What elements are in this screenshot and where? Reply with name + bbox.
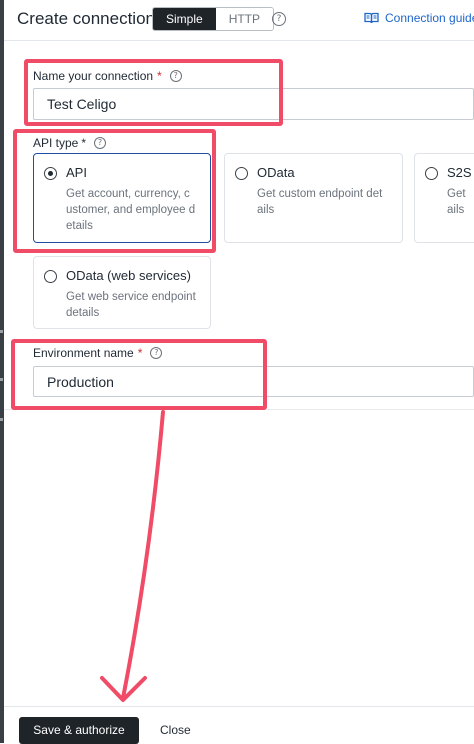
option-description: Get ails — [447, 188, 466, 216]
environment-name-input[interactable]: Production — [33, 366, 474, 397]
help-icon[interactable]: ? — [94, 137, 107, 149]
connection-name-input[interactable]: Test Celigo — [33, 88, 474, 120]
close-button[interactable]: Close — [154, 717, 197, 744]
option-description: Get custom endpoint det ails — [257, 188, 383, 216]
environment-name-label: Environment name * ? — [33, 346, 163, 360]
api-type-option-api[interactable]: API Get account, currency, c ustomer, an… — [33, 153, 211, 243]
option-title: API — [66, 165, 87, 180]
option-description: Get web service endpoint details — [66, 291, 196, 319]
help-icon[interactable]: ? — [272, 12, 286, 26]
radio-icon — [235, 167, 248, 180]
help-icon[interactable]: ? — [150, 347, 163, 359]
api-type-label-text: API type — [33, 136, 79, 150]
api-type-option-odata-web-services[interactable]: OData (web services) Get web service end… — [33, 256, 211, 329]
save-authorize-button[interactable]: Save & authorize — [19, 717, 139, 744]
connection-guide-label: Connection guide — [385, 11, 474, 25]
dialog-title: Create connection — [17, 9, 155, 28]
http-toggle[interactable]: HTTP — [215, 8, 274, 30]
connection-name-label: Name your connection * ? — [33, 69, 182, 83]
option-title: OData (web services) — [66, 268, 191, 283]
required-mark: * — [81, 136, 87, 150]
dialog-footer: Save & authorize Close — [4, 706, 474, 744]
book-icon — [364, 12, 379, 24]
mode-toggle: Simple HTTP — [152, 7, 275, 31]
option-title: S2S — [447, 165, 472, 180]
background-mark — [0, 378, 3, 381]
environment-name-value: Production — [47, 373, 114, 390]
background-window-strip — [0, 0, 4, 743]
section-divider — [4, 409, 474, 410]
simple-toggle[interactable]: Simple — [153, 8, 216, 30]
background-mark — [0, 330, 3, 333]
option-title: OData — [257, 165, 295, 180]
connection-name-label-text: Name your connection — [33, 69, 154, 83]
required-mark: * — [157, 69, 162, 83]
radio-icon — [425, 167, 438, 180]
help-icon[interactable]: ? — [169, 70, 182, 82]
connection-name-value: Test Celigo — [47, 96, 117, 112]
option-description: Get account, currency, c ustomer, and em… — [66, 188, 196, 232]
dialog-header: Create connection Simple HTTP ? Connecti… — [4, 0, 474, 41]
api-type-label: API type * ? — [33, 136, 107, 150]
required-mark: * — [137, 346, 143, 360]
environment-label-text: Environment name — [33, 346, 134, 360]
radio-icon — [44, 270, 57, 283]
background-mark — [0, 418, 3, 421]
connection-guide-link[interactable]: Connection guide — [364, 11, 474, 25]
api-type-option-odata[interactable]: OData Get custom endpoint det ails — [224, 153, 403, 243]
api-type-option-s2s[interactable]: S2S Get ails — [414, 153, 474, 243]
radio-icon — [44, 167, 57, 180]
